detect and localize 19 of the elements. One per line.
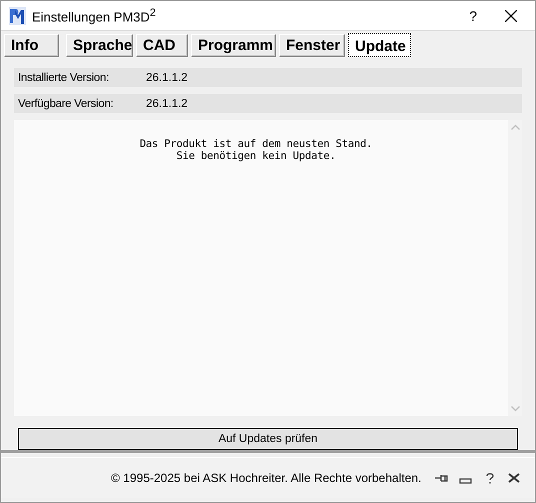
version-label: Installierte Version: xyxy=(17,72,110,84)
tab[interactable]: Programm xyxy=(191,34,276,57)
version-label: Verfügbare Version: xyxy=(17,98,114,110)
pin-icon[interactable] xyxy=(435,472,449,484)
copyright-text: © 1995-2025 bei ASK Hochreiter. Alle Rechte vorbehalten. xyxy=(111,471,422,485)
tab[interactable]: CAD xyxy=(136,34,188,57)
app-logo-icon xyxy=(9,6,26,24)
help-button[interactable]: ? xyxy=(469,8,477,24)
close-icon[interactable] xyxy=(505,10,517,22)
tab[interactable]: Info xyxy=(4,34,59,57)
close-icon[interactable] xyxy=(507,472,521,484)
version-value: 26.1.1.2 xyxy=(146,72,188,84)
tab[interactable]: Sprache xyxy=(66,34,133,57)
status-message: Das Produkt ist auf dem neusten Stand. Sie benötigen kein Update. xyxy=(138,137,374,162)
window-title: Einstellungen PM3D$^{2}$ xyxy=(32,6,157,24)
tab[interactable]: Fenster xyxy=(279,34,345,57)
check-updates-button[interactable]: Auf Updates prüfen xyxy=(18,428,518,450)
tab[interactable]: Update xyxy=(348,33,411,57)
version-value: 26.1.1.2 xyxy=(146,98,188,110)
